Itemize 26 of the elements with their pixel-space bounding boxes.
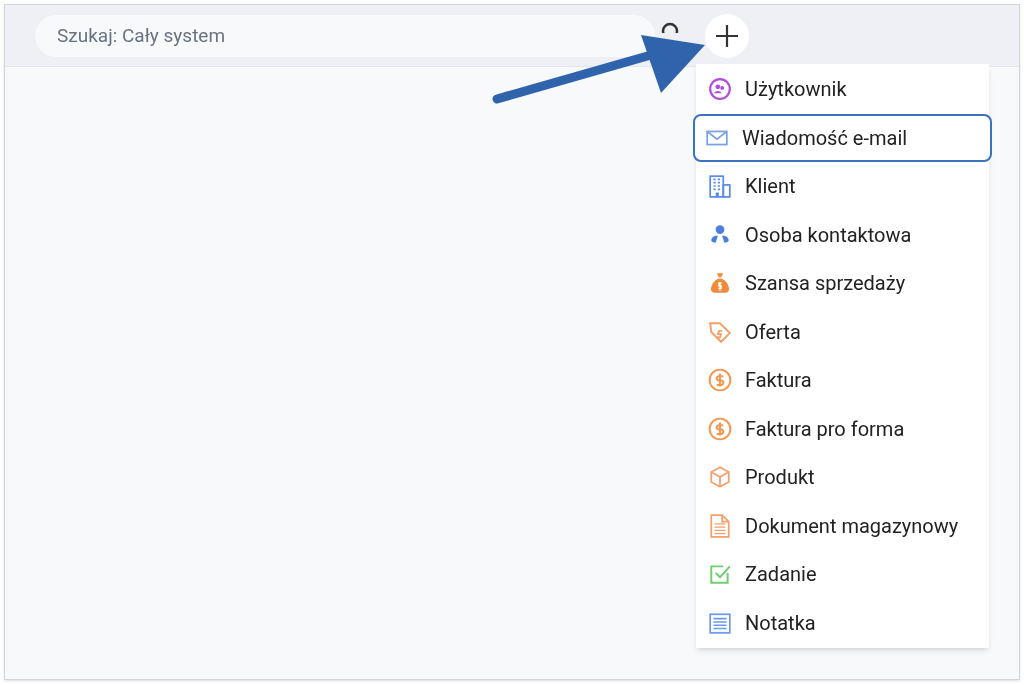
building-icon	[708, 174, 732, 199]
dollar-coin-icon	[708, 368, 732, 393]
menu-item[interactable]: Faktura pro forma	[696, 404, 989, 453]
menu-item[interactable]: Wiadomość e-mail	[693, 113, 992, 162]
menu-item[interactable]: Produkt	[696, 453, 989, 502]
search-field[interactable]: Szukaj: Cały system	[35, 14, 655, 57]
menu-item[interactable]: Notatka	[696, 598, 989, 647]
search-icon[interactable]	[659, 20, 681, 33]
dollar-coin-icon	[708, 416, 732, 441]
tag-icon	[708, 319, 732, 344]
checkbox-icon	[708, 562, 732, 587]
menu-item[interactable]: Oferta	[696, 307, 989, 356]
menu-item[interactable]: Zadanie	[696, 550, 989, 599]
menu-item[interactable]: Osoba kontaktowa	[696, 210, 989, 259]
document-icon	[708, 513, 732, 538]
note-icon	[708, 610, 732, 635]
box-icon	[708, 465, 732, 490]
menu-item[interactable]: Faktura	[696, 356, 989, 405]
menu-item[interactable]: Klient	[696, 162, 989, 211]
add-button[interactable]	[705, 13, 749, 58]
plus-icon	[715, 23, 739, 48]
menu-item[interactable]: Użytkownik	[696, 65, 989, 114]
menu-item[interactable]: Szansa sprzedaży	[696, 259, 989, 308]
user-icon	[708, 77, 732, 102]
menu-item[interactable]: Dokument magazynowy	[696, 501, 989, 550]
money-bag-icon	[708, 271, 732, 296]
